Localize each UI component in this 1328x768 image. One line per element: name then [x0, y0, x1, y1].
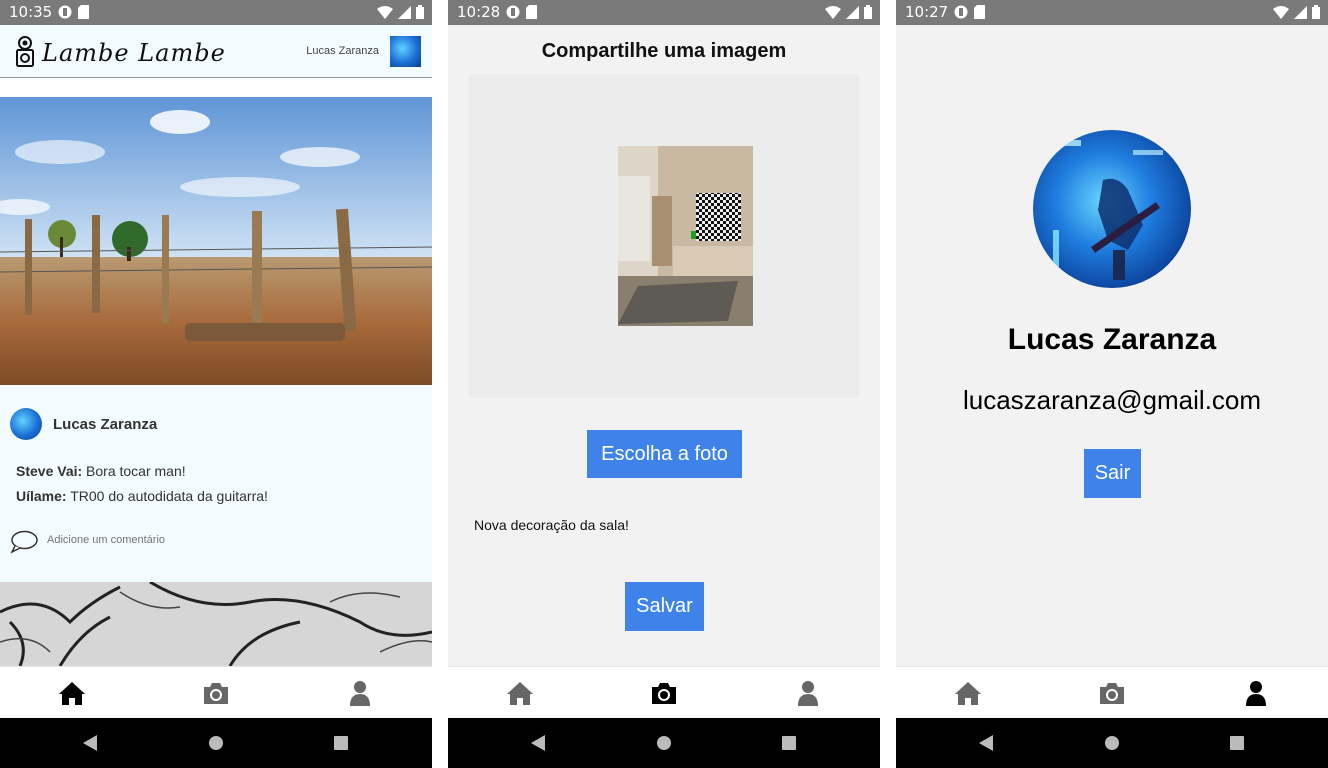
- tab-bar: [896, 666, 1328, 718]
- status-bar: 10:35: [0, 0, 432, 25]
- status-time: 10:28: [457, 3, 501, 21]
- sd-card-icon: [526, 5, 537, 19]
- camera-icon[interactable]: [202, 680, 230, 706]
- header-user-name: Lucas Zaranza: [306, 45, 379, 57]
- wifi-icon: [825, 5, 841, 19]
- battery-icon: [1312, 5, 1320, 19]
- wifi-icon: [1273, 5, 1289, 19]
- notification-icon: [954, 5, 968, 19]
- post-image-next: [0, 582, 432, 666]
- comment-user: Steve Vai:: [16, 463, 83, 479]
- post-author-name[interactable]: Lucas Zaranza: [53, 416, 157, 433]
- app-logo-text: Lambe Lambe: [42, 39, 226, 67]
- sd-card-icon: [974, 5, 985, 19]
- comment-bubble-icon[interactable]: [10, 530, 38, 554]
- app-header: Lambe Lambe Lucas Zaranza: [0, 25, 432, 78]
- save-button[interactable]: Salvar: [625, 582, 704, 631]
- choose-photo-button[interactable]: Escolha a foto: [587, 430, 742, 478]
- profile-email: lucaszaranza@gmail.com: [962, 385, 1262, 415]
- logout-button[interactable]: Sair: [1084, 449, 1141, 498]
- feed-content: Lambe Lambe Lucas Zaranza Lucas Zaranza …: [0, 25, 432, 666]
- post-image: [0, 97, 432, 385]
- notification-icon: [506, 5, 520, 19]
- share-screen: 10:28 Compartilhe uma imagem Escolha a f…: [448, 0, 880, 768]
- tab-bar: [0, 666, 432, 718]
- comment-input[interactable]: [47, 534, 407, 546]
- system-nav-bar: [0, 718, 432, 768]
- comment-item: Uílame: TR00 do autodidata da guitarra!: [16, 488, 268, 504]
- feed-screen: 10:35 Lambe Lambe Lucas Zaranza Lucas Za…: [0, 0, 432, 768]
- comment-text: Bora tocar man!: [86, 463, 186, 479]
- signal-icon: [1294, 5, 1307, 19]
- recent-apps-icon[interactable]: [1229, 735, 1245, 751]
- home-circle-icon[interactable]: [208, 735, 224, 751]
- camera-icon[interactable]: [650, 680, 678, 706]
- selected-image: [618, 146, 753, 326]
- user-icon[interactable]: [1242, 680, 1270, 706]
- wifi-icon: [377, 5, 393, 19]
- comment-text: TR00 do autodidata da guitarra!: [70, 488, 268, 504]
- image-preview-box: [469, 74, 859, 398]
- notification-icon: [58, 5, 72, 19]
- page-title: Compartilhe uma imagem: [541, 40, 787, 62]
- profile-content: Lucas Zaranza lucaszaranza@gmail.com Sai…: [896, 25, 1328, 666]
- sd-card-icon: [78, 5, 89, 19]
- signal-icon: [398, 5, 411, 19]
- comment-item: Steve Vai: Bora tocar man!: [16, 463, 186, 479]
- status-bar: 10:27: [896, 0, 1328, 25]
- home-circle-icon[interactable]: [1104, 735, 1120, 751]
- user-icon[interactable]: [346, 680, 374, 706]
- status-time: 10:35: [9, 3, 53, 21]
- camera-logo-icon: [16, 36, 34, 67]
- system-nav-bar: [448, 718, 880, 768]
- comment-user: Uílame:: [16, 488, 67, 504]
- user-icon[interactable]: [794, 680, 822, 706]
- camera-icon[interactable]: [1098, 680, 1126, 706]
- profile-name: Lucas Zaranza: [1007, 323, 1217, 356]
- share-content: Compartilhe uma imagem Escolha a foto No…: [448, 25, 880, 666]
- home-icon[interactable]: [506, 680, 534, 706]
- signal-icon: [846, 5, 859, 19]
- back-icon[interactable]: [978, 735, 994, 751]
- back-icon[interactable]: [530, 735, 546, 751]
- status-time: 10:27: [905, 3, 949, 21]
- caption-input[interactable]: Nova decoração da sala!: [474, 517, 629, 533]
- post-card: Lucas Zaranza Steve Vai: Bora tocar man!…: [0, 385, 432, 582]
- home-icon[interactable]: [954, 680, 982, 706]
- recent-apps-icon[interactable]: [333, 735, 349, 751]
- back-icon[interactable]: [82, 735, 98, 751]
- profile-avatar: [1033, 130, 1191, 288]
- post-author-avatar[interactable]: [10, 408, 42, 440]
- tab-bar: [448, 666, 880, 718]
- home-icon[interactable]: [58, 680, 86, 706]
- battery-icon: [864, 5, 872, 19]
- home-circle-icon[interactable]: [656, 735, 672, 751]
- header-avatar[interactable]: [390, 36, 421, 67]
- battery-icon: [416, 5, 424, 19]
- status-bar: 10:28: [448, 0, 880, 25]
- system-nav-bar: [896, 718, 1328, 768]
- recent-apps-icon[interactable]: [781, 735, 797, 751]
- profile-screen: 10:27 Lucas Zaranza lucaszaranza@gmail.c…: [896, 0, 1328, 768]
